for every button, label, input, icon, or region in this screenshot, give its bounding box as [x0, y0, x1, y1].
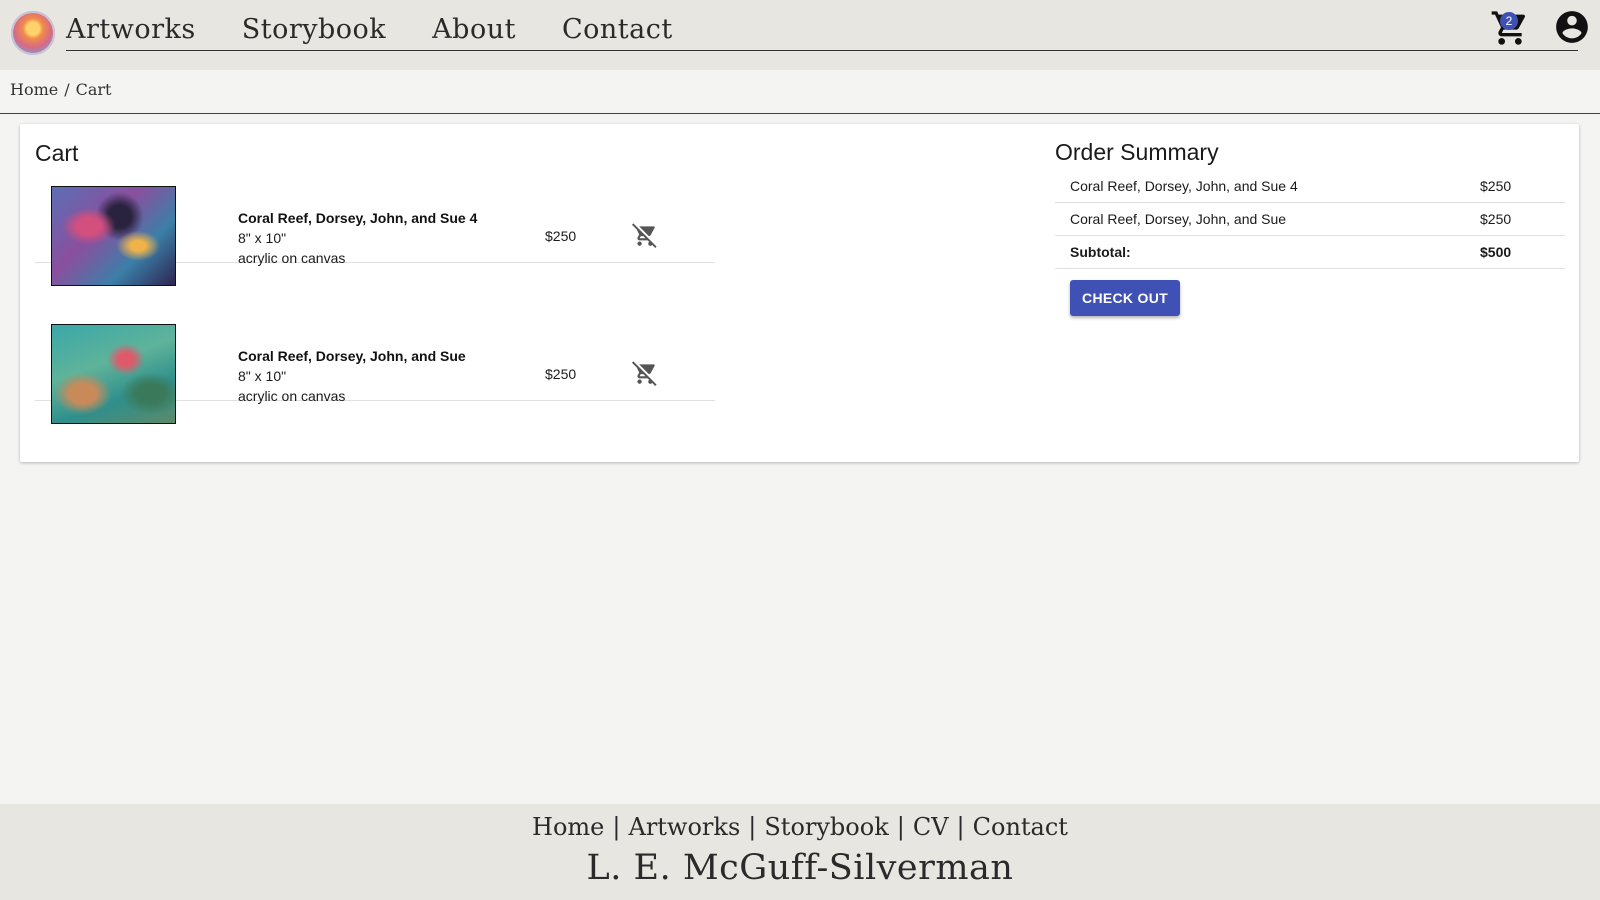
nav-storybook[interactable]: Storybook — [242, 14, 386, 45]
subtotal-label: Subtotal: — [1070, 244, 1131, 260]
item-info: Coral Reef, Dorsey, John, and Sue 8" x 1… — [238, 346, 466, 406]
cart-item: Coral Reef, Dorsey, John, and Sue 8" x 1… — [35, 262, 715, 424]
summary-item-value: $250 — [1480, 211, 1512, 227]
artist-name: L. E. McGuff-Silverman — [586, 848, 1014, 888]
summary-item-value: $250 — [1480, 178, 1512, 194]
subtotal-value: $500 — [1480, 244, 1512, 260]
artwork-thumbnail[interactable] — [51, 324, 176, 424]
item-price: $250 — [545, 228, 577, 244]
item-price: $250 — [545, 366, 577, 382]
item-size: 8" x 10" — [238, 230, 287, 246]
footer-separator: | — [896, 813, 905, 841]
footer-separator: | — [956, 813, 965, 841]
footer-separator: | — [612, 813, 621, 841]
footer-link-artworks[interactable]: Artworks — [628, 813, 740, 841]
footer-links: Home | Artworks | Storybook | CV | Contact — [0, 813, 1600, 841]
remove-shopping-cart-icon — [632, 223, 657, 248]
summary-item-label: Coral Reef, Dorsey, John, and Sue 4 — [1070, 178, 1298, 194]
order-summary-title: Order Summary — [1055, 139, 1219, 165]
summary-item-label: Coral Reef, Dorsey, John, and Sue — [1070, 211, 1287, 227]
remove-from-cart-button[interactable] — [632, 360, 658, 386]
breadcrumb-current: Cart — [75, 80, 112, 99]
site-header: Artworks Storybook About Contact 2 — [0, 0, 1600, 70]
item-title[interactable]: Coral Reef, Dorsey, John, and Sue — [238, 346, 466, 366]
site-logo[interactable] — [11, 11, 55, 55]
nav-underline — [66, 50, 1578, 51]
nav-artworks[interactable]: Artworks — [66, 14, 196, 45]
footer-link-cv[interactable]: CV — [913, 813, 949, 841]
footer-separator: | — [748, 813, 757, 841]
item-info: Coral Reef, Dorsey, John, and Sue 4 8" x… — [238, 208, 477, 268]
item-medium: acrylic on canvas — [238, 388, 346, 404]
footer-link-home[interactable]: Home — [532, 813, 604, 841]
checkout-button[interactable]: CHECK OUT — [1070, 280, 1180, 316]
breadcrumb-home[interactable]: Home — [10, 80, 58, 99]
breadcrumb-divider — [0, 113, 1600, 114]
summary-subtotal-row: Subtotal: $500 — [1055, 236, 1565, 269]
remove-shopping-cart-icon — [632, 361, 657, 386]
site-footer: Home | Artworks | Storybook | CV | Contact L. E.… — [0, 804, 1600, 900]
account-circle-icon — [1556, 11, 1588, 43]
item-size: 8" x 10" — [238, 368, 287, 384]
footer-link-contact[interactable]: Contact — [973, 813, 1068, 841]
account-button[interactable] — [1553, 8, 1591, 46]
summary-row: Coral Reef, Dorsey, John, and Sue $250 — [1055, 203, 1565, 236]
breadcrumb-separator: / — [64, 80, 70, 99]
main-nav: Artworks Storybook About Contact — [66, 14, 719, 45]
item-title[interactable]: Coral Reef, Dorsey, John, and Sue 4 — [238, 208, 477, 228]
order-summary-table: Coral Reef, Dorsey, John, and Sue 4 $250… — [1055, 170, 1565, 269]
cart-item: Coral Reef, Dorsey, John, and Sue 4 8" x… — [35, 124, 715, 286]
remove-from-cart-button[interactable] — [632, 222, 658, 248]
summary-row: Coral Reef, Dorsey, John, and Sue 4 $250 — [1055, 170, 1565, 203]
cart-count-badge: 2 — [1500, 12, 1518, 30]
footer-link-storybook[interactable]: Storybook — [764, 813, 888, 841]
breadcrumb: Home / Cart — [10, 80, 111, 99]
nav-about[interactable]: About — [432, 14, 516, 45]
nav-contact[interactable]: Contact — [562, 14, 673, 45]
